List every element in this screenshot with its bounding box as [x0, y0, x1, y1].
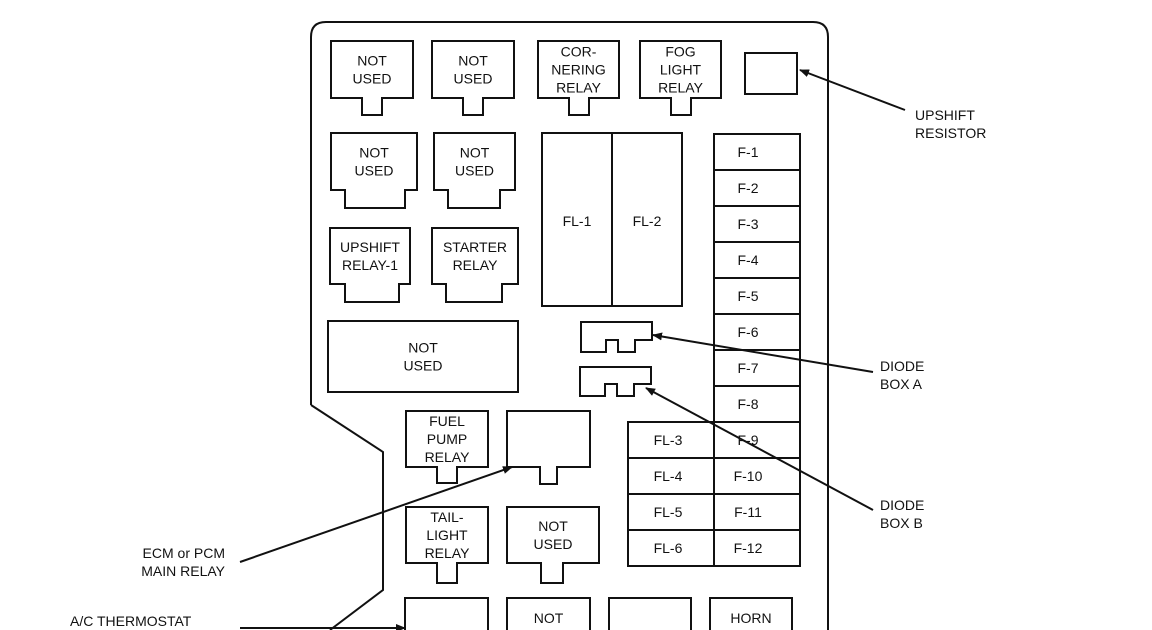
relay-label: USED: [355, 163, 394, 179]
relay-label: NOT: [357, 53, 387, 69]
callout-ac-thermostat: A/C THERMOSTAT: [70, 613, 192, 629]
fuse-label: F-2: [738, 180, 759, 196]
relay-label: USED: [455, 163, 494, 179]
fusible-link-label: FL-4: [654, 468, 683, 484]
callout-upshift-resistor: UPSHIFT: [915, 107, 975, 123]
fuse-label: F-4: [738, 252, 759, 268]
callout-diode-box-b: DIODE: [880, 497, 924, 513]
relay-label: NOT: [534, 610, 564, 626]
relay-slot: [608, 597, 692, 630]
relay-label: USED: [353, 71, 392, 87]
fusible-link-label: FL-5: [654, 504, 683, 520]
callout-diode-box-a: DIODE: [880, 358, 924, 374]
diode-box: [580, 321, 653, 353]
relay-label: RELAY: [556, 80, 602, 96]
fuse-label: F-12: [734, 540, 763, 556]
relay-slot: [506, 410, 591, 485]
relay-label: NOT: [359, 145, 389, 161]
fusible-link-label: FL-3: [654, 432, 683, 448]
fuse-label: F-6: [738, 324, 759, 340]
relay-label: NOT: [538, 518, 568, 534]
relay-slot: [327, 320, 519, 393]
upshift-resistor: [744, 52, 798, 95]
relay-label: PUMP: [427, 431, 467, 447]
relay-label: FUEL: [429, 413, 465, 429]
relay-label: UPSHIFT: [340, 239, 400, 255]
relay-label: RELAY: [425, 449, 471, 465]
relay-label: LIGHT: [660, 62, 702, 78]
relay-label: LIGHT: [426, 527, 468, 543]
callout-diode-box-b: BOX B: [880, 515, 923, 531]
callout-upshift-resistor: RESISTOR: [915, 125, 986, 141]
callout-ecm-main-relay: ECM or PCM: [143, 545, 225, 561]
relay-label: TAIL-: [430, 509, 464, 525]
relay-label: RELAY: [658, 80, 704, 96]
callout-arrow: [799, 69, 906, 111]
relay-slot: [404, 597, 489, 630]
relay-label: HORN: [730, 610, 771, 626]
diode-box: [579, 366, 652, 397]
relay-label: RELAY-1: [342, 257, 398, 273]
callout-diode-box-a: BOX A: [880, 376, 923, 392]
relay-label: FOG: [665, 44, 695, 60]
relay-label: NOT: [458, 53, 488, 69]
fusible-link-label: FL-6: [654, 540, 683, 556]
fusible-link-label: FL-2: [633, 213, 662, 229]
relay-label: NOT: [460, 145, 490, 161]
relay-label: NOT: [408, 340, 438, 356]
relay-label: NERING: [551, 62, 605, 78]
relay-label: USED: [534, 536, 573, 552]
relay-label: USED: [404, 358, 443, 374]
relay-label: COR-: [561, 44, 597, 60]
fuse-label: F-3: [738, 216, 759, 232]
fuse-label: F-5: [738, 288, 759, 304]
callout-ecm-main-relay: MAIN RELAY: [141, 563, 225, 579]
relay-label: RELAY: [453, 257, 499, 273]
fuse-label: F-1: [738, 144, 759, 160]
fuse-label: F-11: [734, 504, 762, 520]
relay-label: RELAY: [425, 545, 471, 561]
fusible-link-label: FL-1: [563, 213, 592, 229]
fuse-label: F-7: [738, 360, 759, 376]
fuse-label: F-8: [738, 396, 759, 412]
relay-label: USED: [454, 71, 493, 87]
relay-label: STARTER: [443, 239, 507, 255]
fuse-label: F-10: [734, 468, 763, 484]
fuse-relay-box-diagram: NOT USED NOT USED COR- NERING RELAY FOG LIGHT REL…: [70, 21, 986, 630]
